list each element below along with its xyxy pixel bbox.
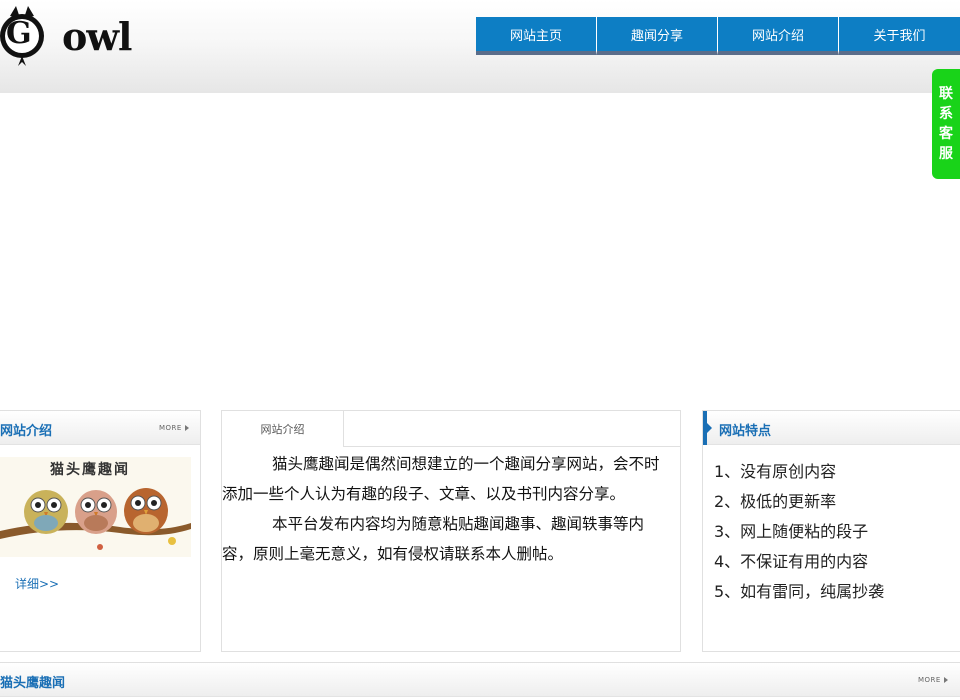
- panel-title: 猫头鹰趣闻: [0, 676, 66, 691]
- panel-header: 网站介绍 MORE: [0, 411, 200, 445]
- intro-paragraph: 猫头鹰趣闻是偶然间想建立的一个趣闻分享网站，会不时添加一些个人认为有趣的段子、文…: [222, 455, 660, 503]
- logo-letter: G: [6, 16, 32, 51]
- intro-paragraph: 本平台发布内容均为随意粘贴趣闻趣事、趣闻轶事等内容，原则上毫无意义，如有侵权请联…: [222, 515, 645, 563]
- panel-header: 猫头鹰趣闻 MORE: [0, 663, 960, 697]
- detail-link[interactable]: 详细>>: [15, 575, 59, 592]
- tab-site-intro[interactable]: 网站介绍: [222, 411, 344, 447]
- contact-char: 服: [939, 146, 953, 162]
- nav-about-us[interactable]: 关于我们: [839, 17, 960, 55]
- tab-divider: [344, 446, 680, 447]
- owls-on-branch-icon: [0, 488, 191, 550]
- owl-news-panel: 猫头鹰趣闻 MORE: [0, 662, 960, 700]
- site-logo[interactable]: G owl: [0, 6, 160, 68]
- intro-text-panel: 网站介绍 猫头鹰趣闻是偶然间想建立的一个趣闻分享网站，会不时添加一些个人认为有趣…: [221, 410, 681, 652]
- title-marker-icon: [703, 411, 712, 445]
- header: G owl 网站主页 趣闻分享 网站介绍 关于我们: [0, 0, 960, 93]
- list-item: 2、极低的更新率: [714, 492, 837, 511]
- list-item: 4、不保证有用的内容: [714, 552, 869, 571]
- owl-illustration: 猫头鹰趣闻: [0, 457, 191, 557]
- panel-title: 网站介绍: [0, 424, 53, 439]
- panel-header: 网站特点: [703, 411, 960, 445]
- list-item: 1、没有原创内容: [714, 462, 837, 481]
- features-list: 1、没有原创内容 2、极低的更新率 3、网上随便粘的段子 4、不保证有用的内容 …: [714, 457, 884, 607]
- nav-about-site[interactable]: 网站介绍: [718, 17, 839, 55]
- main-nav: 网站主页 趣闻分享 网站介绍 关于我们: [476, 17, 960, 55]
- list-item: 3、网上随便粘的段子: [714, 522, 869, 541]
- contact-char: 客: [939, 126, 953, 142]
- more-link[interactable]: MORE: [159, 424, 189, 432]
- intro-text: 猫头鹰趣闻是偶然间想建立的一个趣闻分享网站，会不时添加一些个人认为有趣的段子、文…: [222, 449, 672, 569]
- contact-service-tab[interactable]: 联 系 客 服: [932, 69, 960, 179]
- panel-title: 网站特点: [719, 424, 772, 439]
- nav-home[interactable]: 网站主页: [476, 17, 597, 55]
- contact-char: 联: [939, 86, 953, 102]
- logo-word: owl: [62, 14, 132, 59]
- more-link[interactable]: MORE: [918, 676, 948, 684]
- site-features-panel: 网站特点 1、没有原创内容 2、极低的更新率 3、网上随便粘的段子 4、不保证有…: [702, 410, 960, 652]
- list-item: 5、如有雷同，纯属抄袭: [714, 582, 885, 601]
- site-intro-panel: 网站介绍 MORE 猫头鹰趣闻 详细>>: [0, 410, 201, 652]
- contact-char: 系: [939, 106, 953, 122]
- nav-share[interactable]: 趣闻分享: [597, 17, 718, 55]
